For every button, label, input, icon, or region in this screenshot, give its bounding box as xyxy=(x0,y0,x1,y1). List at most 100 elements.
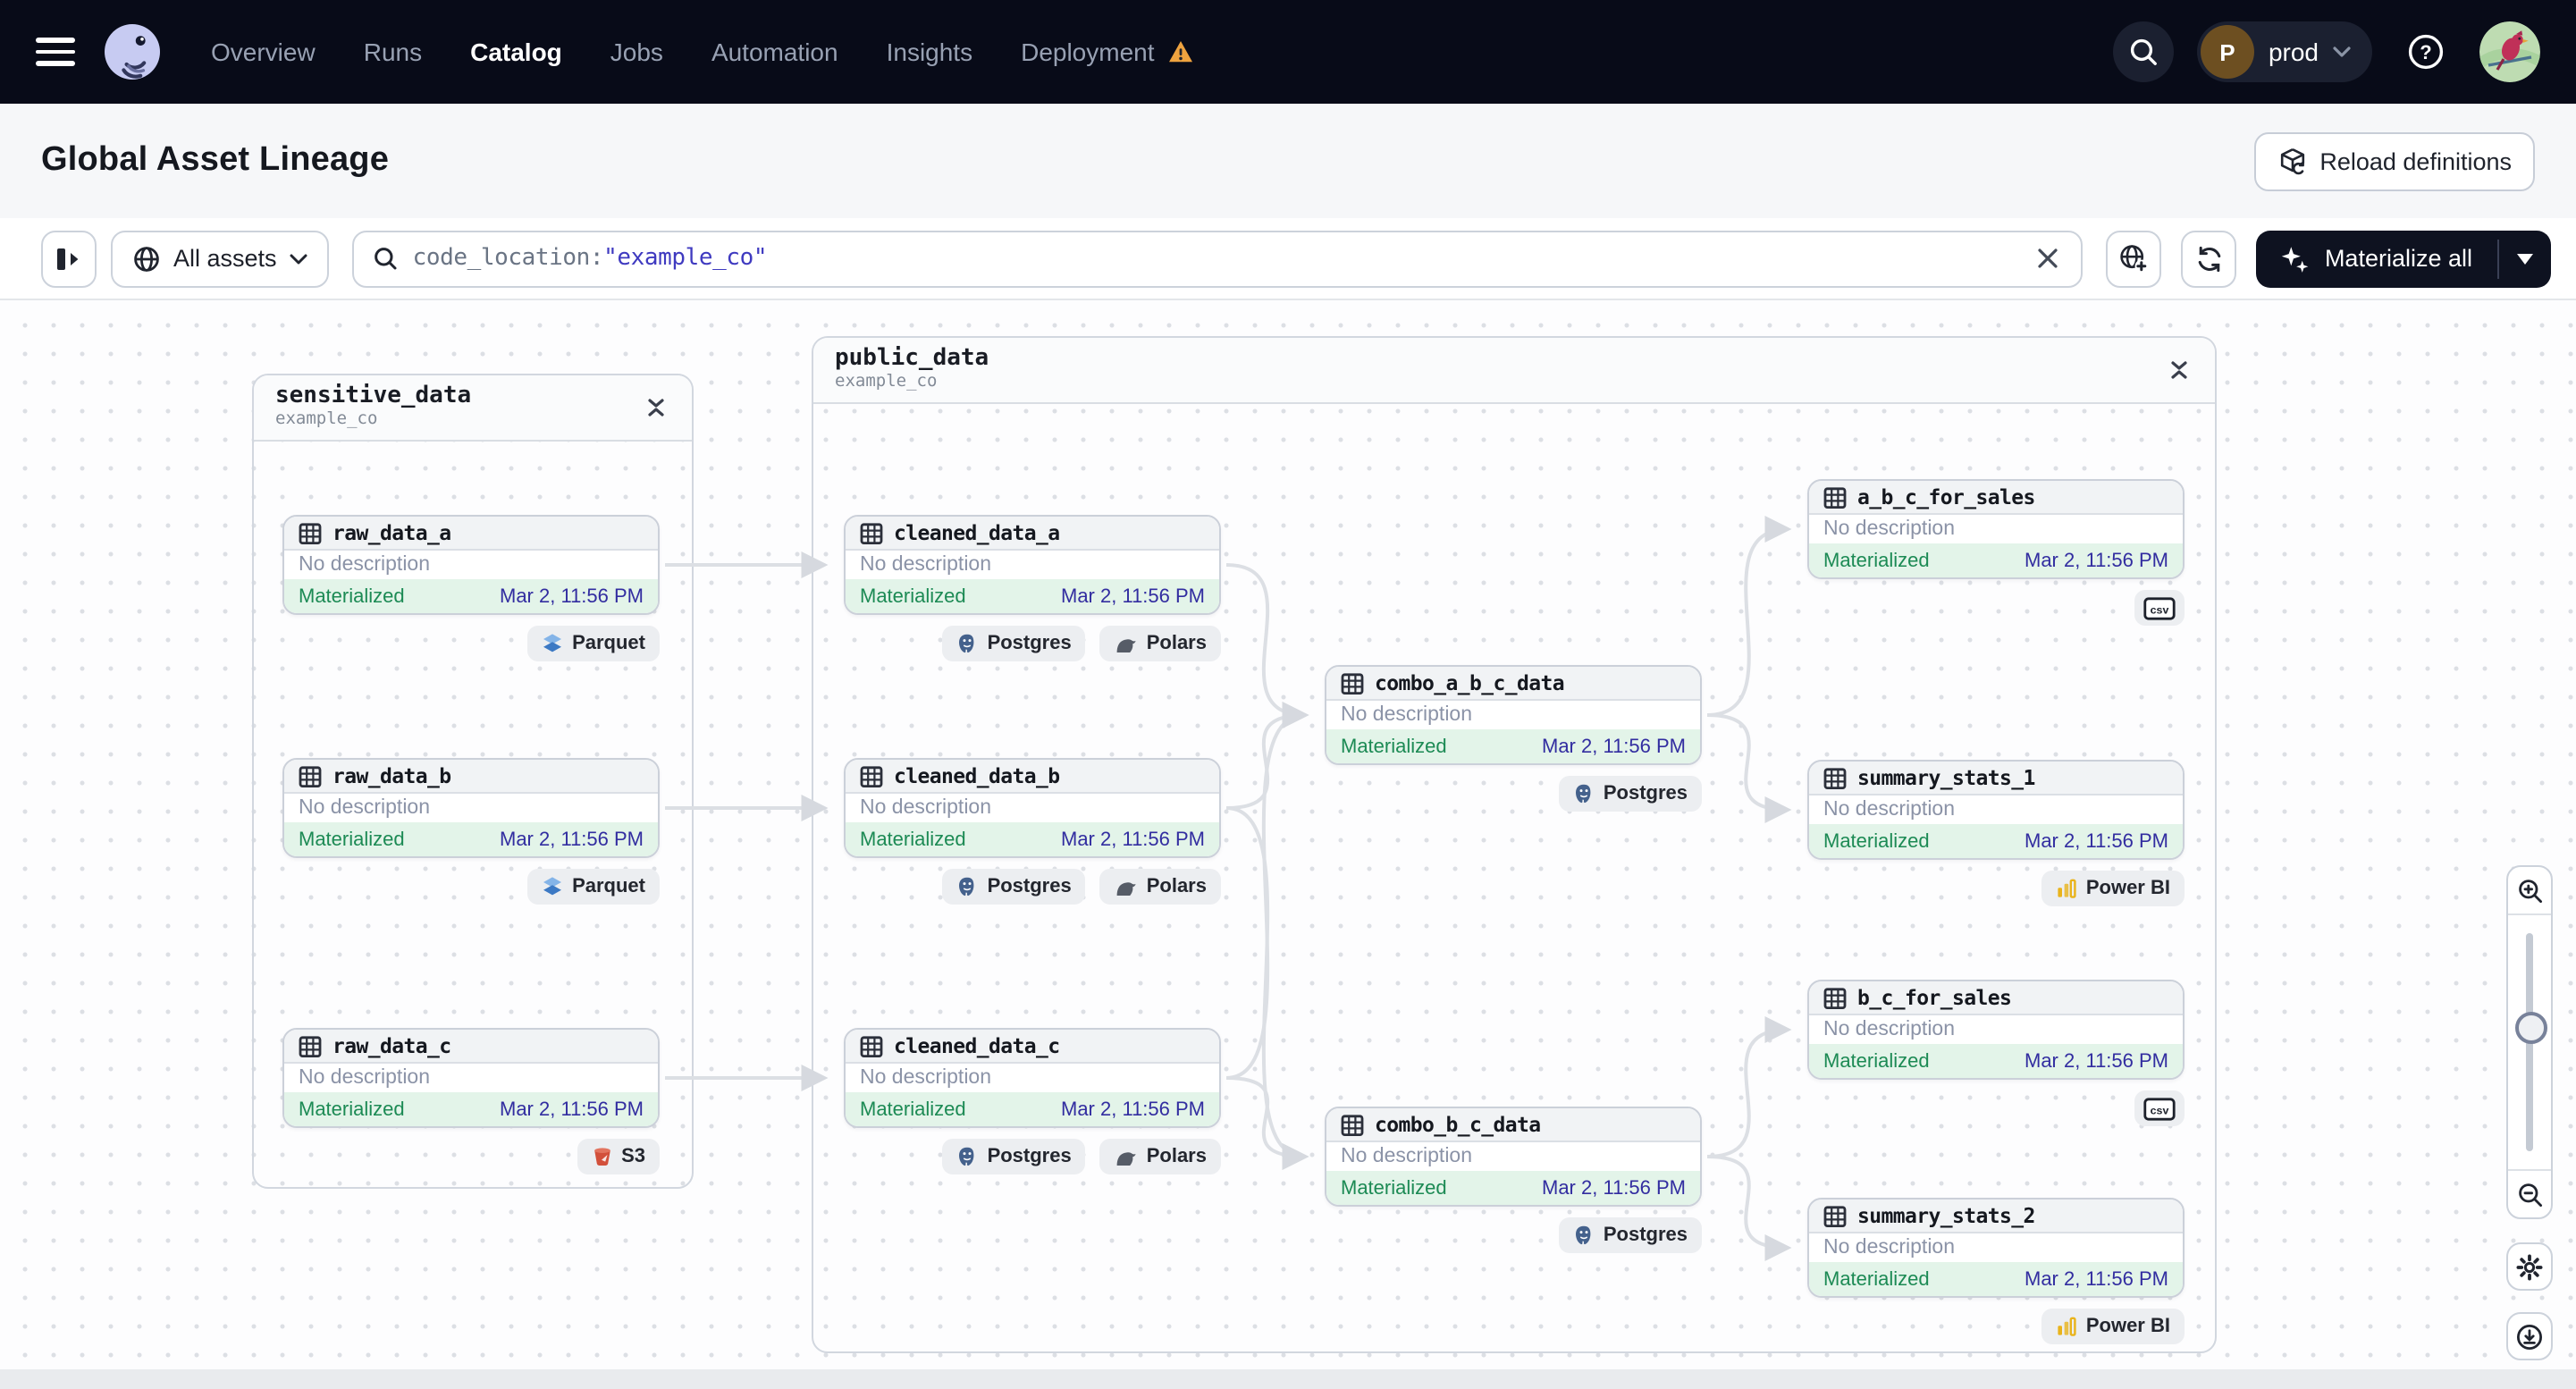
tag-power-bi[interactable]: Power BI xyxy=(2041,871,2185,906)
chevron-down-icon xyxy=(290,253,307,264)
asset-timestamp[interactable]: Mar 2, 11:56 PM xyxy=(500,829,644,850)
postgres-icon xyxy=(1573,1225,1595,1246)
asset-description: No description xyxy=(1341,704,1473,726)
asset-name: cleaned_data_a xyxy=(894,520,1060,545)
lineage-canvas[interactable]: sensitive_data example_co public_data ex… xyxy=(0,300,2576,1389)
table-icon xyxy=(1341,671,1364,694)
postgres-icon xyxy=(957,1146,979,1167)
asset-node-raw_data_a[interactable]: raw_data_a No description Materialized M… xyxy=(282,515,660,615)
tag-label: Postgres xyxy=(987,1146,1072,1167)
new-tab-button[interactable] xyxy=(2106,230,2162,287)
nav-item-catalog[interactable]: Catalog xyxy=(470,38,562,66)
nav-item-deployment[interactable]: Deployment xyxy=(1021,38,1193,66)
asset-timestamp[interactable]: Mar 2, 11:56 PM xyxy=(500,1099,644,1120)
reload-definitions-label: Reload definitions xyxy=(2319,147,2512,174)
nav-item-overview[interactable]: Overview xyxy=(211,38,316,66)
lineage-toolbar: All assets code_location:"example_co" Ma… xyxy=(0,218,2576,300)
asset-tags-row: Parquet xyxy=(282,869,660,905)
tag-polars[interactable]: Polars xyxy=(1099,626,1221,661)
open-panel-button[interactable] xyxy=(41,230,97,287)
asset-timestamp[interactable]: Mar 2, 11:56 PM xyxy=(2025,1268,2168,1290)
nav-item-runs[interactable]: Runs xyxy=(364,38,422,66)
asset-description: No description xyxy=(1823,518,1956,540)
tag-csv[interactable]: csv xyxy=(2134,590,2185,626)
tag-label: S3 xyxy=(621,1146,645,1167)
tag-parquet[interactable]: Parquet xyxy=(527,869,660,905)
nav-item-jobs[interactable]: Jobs xyxy=(610,38,663,66)
asset-timestamp[interactable]: Mar 2, 11:56 PM xyxy=(2025,550,2168,571)
tag-polars[interactable]: Polars xyxy=(1099,869,1221,905)
asset-timestamp[interactable]: Mar 2, 11:56 PM xyxy=(1061,585,1205,607)
asset-timestamp[interactable]: Mar 2, 11:56 PM xyxy=(500,585,644,607)
asset-node-cleaned_data_a[interactable]: cleaned_data_a No description Materializ… xyxy=(844,515,1221,615)
asset-node-raw_data_b[interactable]: raw_data_b No description Materialized M… xyxy=(282,758,660,858)
tag-postgres[interactable]: Postgres xyxy=(942,869,1086,905)
asset-node-summary_stats_1[interactable]: summary_stats_1 No description Materiali… xyxy=(1807,760,2185,860)
asset-node-cleaned_data_c[interactable]: cleaned_data_c No description Materializ… xyxy=(844,1028,1221,1128)
asset-status: Materialized xyxy=(1823,1050,1930,1072)
zoom-slider-handle[interactable] xyxy=(2515,1011,2547,1044)
zoom-slider[interactable] xyxy=(2508,913,2551,1171)
help-button[interactable]: ? xyxy=(2395,21,2456,82)
asset-timestamp[interactable]: Mar 2, 11:56 PM xyxy=(1542,1177,1686,1199)
asset-node-combo_a_b_c_data[interactable]: combo_a_b_c_data No description Material… xyxy=(1325,665,1702,765)
tag-polars[interactable]: Polars xyxy=(1099,1139,1221,1174)
search-button[interactable] xyxy=(2112,21,2174,82)
asset-timestamp[interactable]: Mar 2, 11:56 PM xyxy=(2025,1050,2168,1072)
search-input[interactable]: code_location:"example_co" xyxy=(351,230,2084,287)
nav-item-insights[interactable]: Insights xyxy=(887,38,973,66)
asset-timestamp[interactable]: Mar 2, 11:56 PM xyxy=(1061,1099,1205,1120)
edge-combo_b_c_data-to-summary_stats_2 xyxy=(1706,1155,1792,1261)
tag-s3[interactable]: S3 xyxy=(577,1139,660,1174)
asset-tags-row: Power BI xyxy=(1807,1309,2185,1344)
deployment-switcher[interactable]: P prod xyxy=(2196,21,2372,82)
asset-name: raw_data_a xyxy=(333,520,451,545)
nav-item-label: Runs xyxy=(363,38,423,66)
asset-node-b_c_for_sales[interactable]: b_c_for_sales No description Materialize… xyxy=(1807,980,2185,1080)
tag-power-bi[interactable]: Power BI xyxy=(2041,1309,2185,1344)
asset-tags-row: Parquet xyxy=(282,626,660,661)
zoom-out-button[interactable] xyxy=(2508,1171,2551,1217)
tag-parquet[interactable]: Parquet xyxy=(527,626,660,661)
tag-postgres[interactable]: Postgres xyxy=(942,1139,1086,1174)
asset-timestamp[interactable]: Mar 2, 11:56 PM xyxy=(1061,829,1205,850)
tag-postgres[interactable]: Postgres xyxy=(942,626,1086,661)
asset-node-raw_data_c[interactable]: raw_data_c No description Materialized M… xyxy=(282,1028,660,1128)
polars-icon xyxy=(1115,634,1138,653)
zoom-in-button[interactable] xyxy=(2508,867,2551,913)
tag-label: Polars xyxy=(1146,1146,1207,1167)
asset-timestamp[interactable]: Mar 2, 11:56 PM xyxy=(2025,830,2168,852)
graph-settings-button[interactable] xyxy=(2506,1242,2553,1291)
dagster-app: Overview Runs Catalog Jobs Automation Insight… xyxy=(0,0,2576,1389)
asset-status: Materialized xyxy=(1341,736,1447,757)
asset-node-a_b_c_for_sales[interactable]: a_b_c_for_sales No description Materiali… xyxy=(1807,479,2185,579)
refresh-button[interactable] xyxy=(2181,230,2237,287)
asset-node-combo_b_c_data[interactable]: combo_b_c_data No description Materializ… xyxy=(1325,1107,1702,1207)
asset-filter-dropdown[interactable]: All assets xyxy=(111,230,329,287)
asset-status-row: Materialized Mar 2, 11:56 PM xyxy=(1809,1044,2183,1078)
dagster-logo-icon[interactable] xyxy=(100,20,164,84)
asset-status-row: Materialized Mar 2, 11:56 PM xyxy=(846,579,1219,613)
download-image-button[interactable] xyxy=(2506,1312,2553,1360)
materialize-options-button[interactable] xyxy=(2499,230,2551,287)
table-icon xyxy=(860,521,883,544)
tag-postgres[interactable]: Postgres xyxy=(1558,776,1702,812)
asset-node-cleaned_data_b[interactable]: cleaned_data_b No description Materializ… xyxy=(844,758,1221,858)
gear-icon xyxy=(2516,1253,2543,1280)
materialize-all-button[interactable]: Materialize all xyxy=(2257,230,2497,287)
env-name: prod xyxy=(2268,38,2319,66)
svg-text:?: ? xyxy=(2420,41,2431,63)
tag-csv[interactable]: csv xyxy=(2134,1090,2185,1126)
reload-definitions-button[interactable]: Reload definitions xyxy=(2253,131,2535,190)
tag-postgres[interactable]: Postgres xyxy=(1558,1217,1702,1253)
asset-timestamp[interactable]: Mar 2, 11:56 PM xyxy=(1542,736,1686,757)
clear-search-button[interactable] xyxy=(2033,243,2064,274)
user-avatar[interactable] xyxy=(2479,21,2540,82)
powerbi-icon xyxy=(2056,1316,2077,1337)
asset-name: combo_a_b_c_data xyxy=(1375,670,1565,695)
menu-icon[interactable] xyxy=(36,38,75,66)
nav-item-automation[interactable]: Automation xyxy=(711,38,838,66)
asset-node-summary_stats_2[interactable]: summary_stats_2 No description Materiali… xyxy=(1807,1198,2185,1298)
tag-label: Power BI xyxy=(2085,1316,2170,1337)
parquet-icon xyxy=(542,633,563,654)
